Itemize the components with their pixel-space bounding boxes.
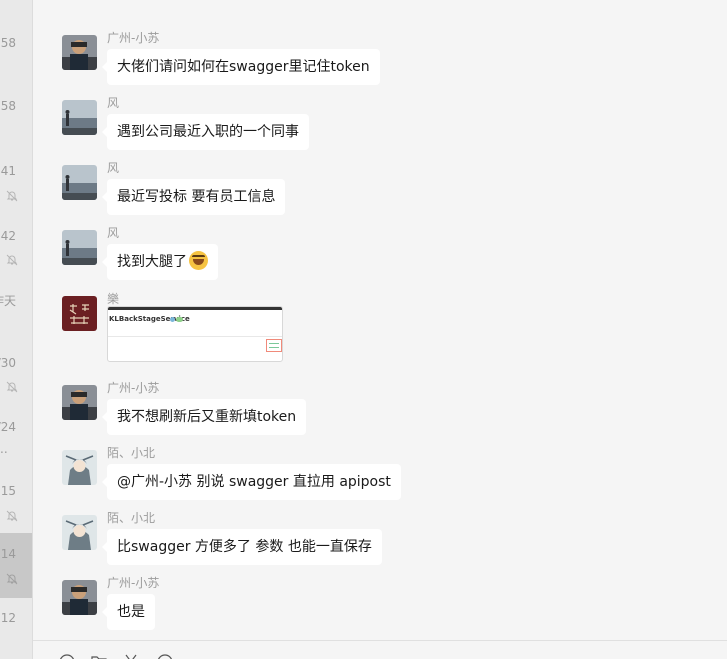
conversation-item[interactable]: /30 (0, 335, 32, 400)
sender-name: 风 (107, 161, 120, 175)
mute-bell-icon (6, 190, 18, 202)
user-avatar[interactable] (62, 385, 97, 420)
sender-name: 风 (107, 96, 120, 110)
sender-name: 樂 (107, 292, 120, 306)
input-toolbar (33, 640, 727, 659)
conversation-item-active[interactable]: :14 (0, 533, 32, 598)
message-text: @广州-小苏 别说 swagger 直拉用 apipost (117, 474, 391, 490)
conversation-time: :12 (0, 611, 16, 625)
conversation-item[interactable]: /24 .. (0, 400, 32, 465)
sender-name: 陌、小北 (107, 511, 156, 525)
sender-name: 广州-小苏 (107, 31, 160, 45)
mute-bell-icon (6, 510, 18, 522)
message-bubble[interactable]: @广州-小苏 别说 swagger 直拉用 apipost (102, 464, 401, 500)
sender-name: 陌、小北 (107, 446, 156, 460)
conversation-time: :14 (0, 547, 16, 561)
emoji-icon[interactable] (59, 654, 75, 659)
sender-name: 广州-小苏 (107, 576, 160, 590)
conversation-time: /24 (0, 420, 16, 434)
scissors-icon[interactable] (123, 654, 139, 659)
message-text: 我不想刷新后又重新填token (117, 409, 297, 425)
message-bubble[interactable]: 也是 (102, 594, 155, 630)
message-bubble[interactable]: 我不想刷新后又重新填token (101, 399, 307, 435)
message-text: 遇到公司最近入职的一个同事 (117, 124, 299, 140)
chat-history-icon[interactable] (157, 654, 173, 659)
conversation-item[interactable]: :12 (0, 598, 32, 659)
user-avatar[interactable] (62, 100, 97, 135)
conversation-time: :58 (0, 36, 16, 50)
conversation-time: :41 (0, 164, 16, 178)
sender-name: 风 (107, 226, 120, 240)
user-avatar[interactable] (62, 450, 97, 485)
message-text: 比swagger 方便多了 参数 也能一直保存 (117, 539, 372, 555)
message-bubble[interactable]: 找到大腿了 (102, 244, 218, 280)
user-avatar[interactable] (62, 296, 97, 331)
message-bubble[interactable]: 比swagger 方便多了 参数 也能一直保存 (102, 529, 382, 565)
message-text: 最近写投标 要有员工信息 (117, 189, 276, 205)
sender-name: 广州-小苏 (107, 381, 160, 395)
user-avatar[interactable] (62, 230, 97, 265)
conversation-item[interactable]: :41 (0, 140, 32, 205)
conversation-time: 昨天 (0, 294, 16, 308)
conversation-time: /30 (0, 356, 16, 370)
message-bubble[interactable]: 最近写投标 要有员工信息 (101, 179, 286, 215)
conversation-item[interactable]: 昨天 (0, 270, 32, 335)
conversation-preview: .. (0, 442, 8, 456)
image-message[interactable]: KLBackStageService (107, 306, 283, 362)
conversation-item[interactable]: :58 (0, 75, 32, 140)
conversation-time: :15 (0, 484, 16, 498)
user-avatar[interactable] (62, 35, 97, 70)
conversation-item[interactable]: :42 (0, 205, 32, 270)
message-text: 也是 (117, 604, 145, 620)
conversation-list: :58 :58 :41 :42 昨天 /30 /24 .. :15 :14 :1… (0, 0, 33, 659)
message-bubble[interactable]: 大佬们请问如何在swagger里记住token (102, 49, 380, 85)
message-bubble[interactable]: 遇到公司最近入职的一个同事 (102, 114, 309, 150)
conversation-time: :58 (0, 99, 16, 113)
folder-icon[interactable] (91, 654, 107, 659)
chat-message-area[interactable]: 广州-小苏 大佬们请问如何在swagger里记住token 风 遇到公司最近入职… (33, 0, 727, 640)
laugh-emoji-icon (189, 251, 208, 270)
message-text: 大佬们请问如何在swagger里记住token (117, 59, 370, 75)
mute-bell-icon (6, 573, 18, 585)
conversation-time: :42 (0, 229, 16, 243)
mute-bell-icon (6, 254, 18, 266)
user-avatar[interactable] (62, 165, 97, 200)
message-text: 找到大腿了 (117, 254, 187, 270)
user-avatar[interactable] (62, 515, 97, 550)
conversation-item[interactable]: :58 (0, 10, 32, 75)
mute-bell-icon (6, 381, 18, 393)
user-avatar[interactable] (62, 580, 97, 615)
conversation-item[interactable]: :15 (0, 467, 32, 532)
